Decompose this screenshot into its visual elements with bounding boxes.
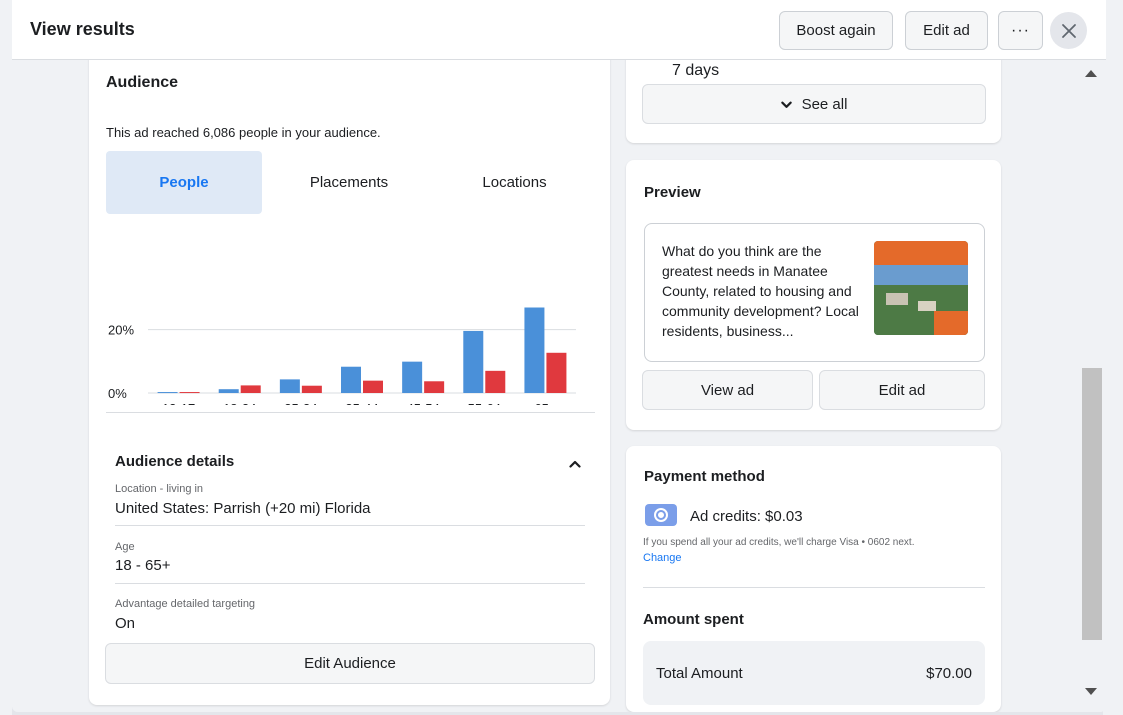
audience-title: Audience [106, 74, 179, 91]
location-value: United States: Parrish (+20 mi) Florida [115, 500, 371, 517]
ad-preview-text: What do you think are the greatest needs… [662, 243, 859, 339]
bar-35-44-series-1 [363, 380, 383, 393]
preview-card: Preview What do you think are the greate… [626, 160, 1001, 430]
scrollbar-thumb[interactable] [1082, 368, 1102, 640]
bar-65+-series-0 [524, 307, 545, 393]
preview-title: Preview [644, 184, 701, 201]
reach-suffix: people in your audience. [235, 125, 381, 140]
boost-again-button[interactable]: Boost again [779, 11, 893, 50]
page-backdrop-right [1103, 0, 1123, 715]
scroll-down-arrow-icon[interactable] [1085, 688, 1097, 695]
bar-35-44-series-0 [341, 366, 361, 393]
payment-title: Payment method [644, 468, 765, 485]
page-backdrop-left [0, 0, 12, 715]
tab-placements[interactable]: Placements [274, 151, 424, 214]
more-options-button[interactable]: ··· [998, 11, 1043, 50]
bar-25-34-series-0 [279, 379, 300, 393]
preview-edit-ad-button[interactable]: Edit ad [819, 370, 985, 410]
total-amount-row: Total Amount $70.00 [643, 641, 985, 705]
payment-note: If you spend all your ad credits, we'll … [643, 537, 915, 548]
chevron-up-icon[interactable] [569, 458, 581, 470]
see-all-button[interactable]: See all [642, 84, 986, 124]
total-amount-label: Total Amount [656, 665, 743, 682]
bar-18-24-series-0 [218, 389, 239, 393]
amount-spent-title: Amount spent [643, 611, 744, 628]
more-icon: ··· [1011, 21, 1030, 39]
reach-prefix: This ad reached [106, 125, 203, 140]
payment-card: Payment method Ad credits: $0.03 If you … [626, 446, 1001, 712]
divider [106, 412, 595, 413]
audience-details-title: Audience details [115, 453, 235, 470]
scroll-up-arrow-icon[interactable] [1085, 70, 1097, 77]
x-tick-label: 35-44 [345, 401, 378, 405]
bar-18-24-series-1 [240, 385, 261, 393]
edit-ad-button[interactable]: Edit ad [905, 11, 988, 50]
advantage-value: On [115, 615, 136, 632]
reach-count: 6,086 [202, 125, 236, 140]
reach-summary: This ad reached 6,086 people in your aud… [106, 125, 381, 140]
x-tick-label: 25-34 [284, 401, 317, 405]
audience-tabs: People Placements Locations [106, 151, 595, 214]
x-tick-label: 45-54 [407, 401, 440, 405]
total-amount-value: $70.00 [926, 665, 972, 682]
bar-45-54-series-1 [424, 381, 445, 393]
ad-preview[interactable]: What do you think are the greatest needs… [644, 223, 985, 362]
audience-card: Audience This ad reached 6,086 people in… [89, 40, 610, 705]
close-icon [1061, 23, 1076, 38]
y-tick-label: 20% [108, 323, 134, 338]
ad-credits-value: Ad credits: $0.03 [690, 508, 803, 525]
divider [115, 583, 585, 584]
chevron-down-icon [780, 101, 792, 108]
ad-preview-thumbnail [874, 241, 968, 335]
view-ad-button[interactable]: View ad [642, 370, 813, 410]
age-label: Age [115, 541, 135, 553]
divider [115, 525, 585, 526]
close-button[interactable] [1050, 12, 1087, 49]
change-payment-link[interactable]: Change [643, 552, 682, 564]
divider [643, 587, 985, 588]
age-gender-chart: 0% 20% 13-17 18-24 25-34 35-44 45-54 55-64 65+ [108, 307, 576, 405]
tab-locations[interactable]: Locations [436, 151, 593, 214]
x-tick-label: 13-17 [162, 401, 195, 405]
bar-45-54-series-0 [402, 361, 423, 393]
bar-13-17-series-1 [179, 392, 200, 394]
edit-audience-button[interactable]: Edit Audience [105, 643, 595, 684]
bar-55-64-series-0 [463, 330, 484, 393]
x-tick-label: 55-64 [468, 401, 501, 405]
bar-13-17-series-0 [157, 392, 178, 394]
x-tick-label: 65+ [534, 401, 556, 405]
tab-people[interactable]: People [106, 151, 262, 214]
bar-25-34-series-1 [301, 385, 322, 393]
x-tick-label: 18-24 [223, 401, 256, 405]
bar-65+-series-1 [546, 352, 567, 393]
page-title: View results [30, 19, 135, 39]
duration-value: 7 days [672, 62, 720, 79]
ad-credits-icon [645, 504, 677, 526]
see-all-label: See all [801, 95, 848, 113]
age-value: 18 - 65+ [115, 557, 171, 574]
y-tick-label: 0% [108, 386, 127, 401]
dialog-header: View results Boost again Edit ad ··· [12, 0, 1106, 60]
bar-55-64-series-1 [485, 370, 506, 393]
location-label: Location - living in [115, 483, 204, 495]
view-results-dialog: Audience This ad reached 6,086 people in… [12, 0, 1106, 712]
advantage-label: Advantage detailed targeting [115, 598, 256, 610]
